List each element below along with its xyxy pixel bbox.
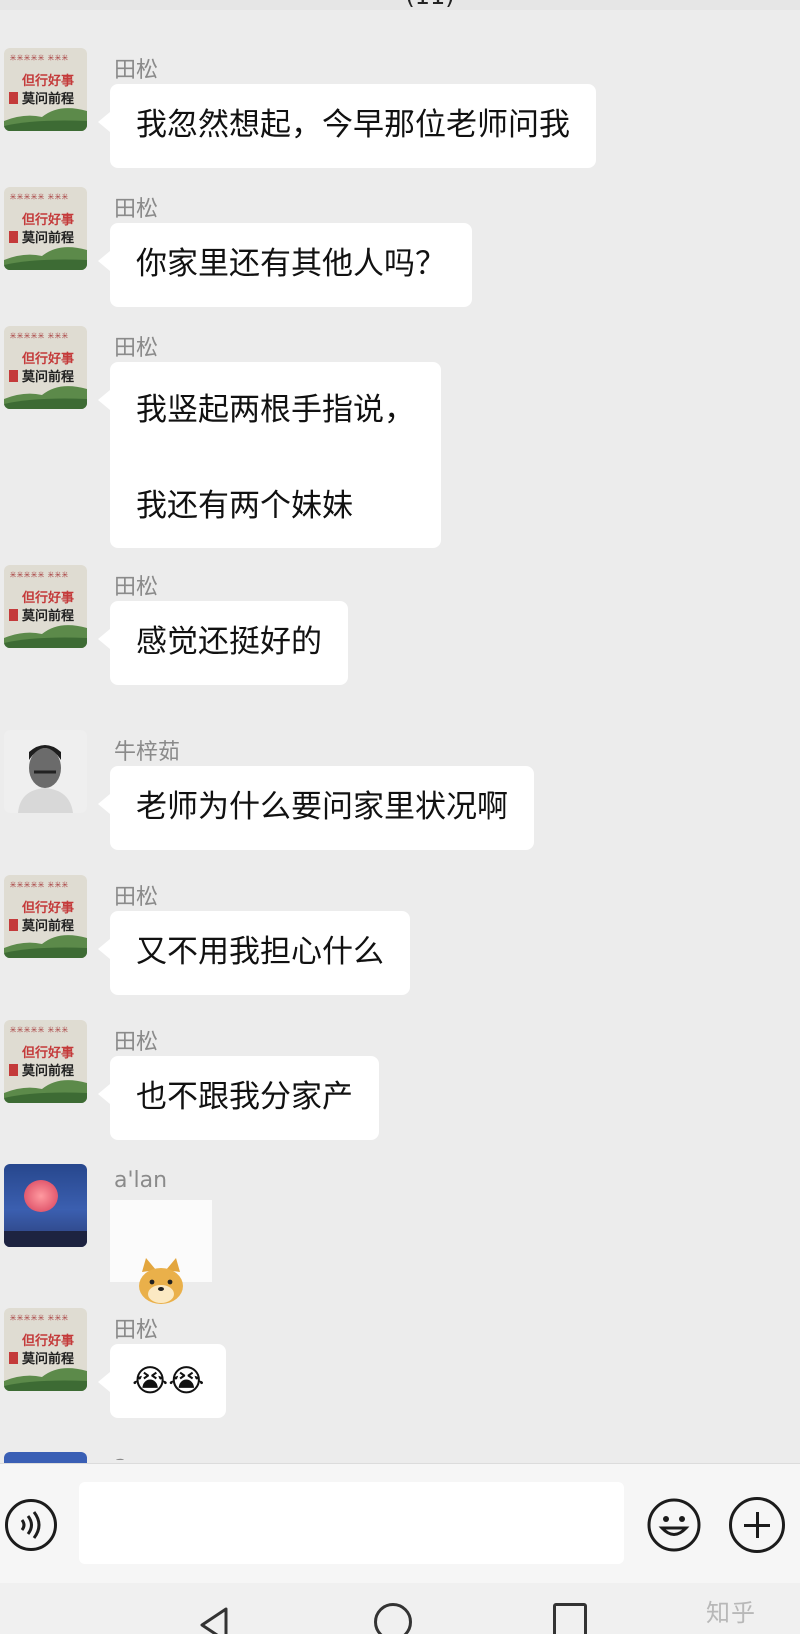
plus-button[interactable] — [729, 1497, 785, 1553]
mountain-icon — [4, 386, 87, 409]
sender-name: 田松 — [114, 1030, 159, 1055]
voice-button[interactable] — [5, 1499, 57, 1551]
message-bubble[interactable]: 我竖起两根手指说， 我还有两个妹妹 — [98, 362, 441, 548]
avatar[interactable]: 米米米米米 米米米 但行好事 莫问前程 — [4, 565, 87, 648]
message-bubble[interactable]: 也不跟我分家产 — [98, 1056, 379, 1140]
chat-screen: (11) 米米米米米 米米米 但行好事 莫问前程 田松 我忽然想起，今早那位老师… — [0, 0, 800, 1634]
avatar-text-line1: 但行好事 — [22, 591, 75, 606]
avatar[interactable]: 米米米米米 米米米 但行好事 莫问前程 — [4, 875, 87, 958]
message-bubble[interactable]: 老师为什么要问家里状况啊 — [98, 766, 534, 850]
header-bar: (11) — [0, 0, 800, 10]
avatar-text-line1: 但行好事 — [22, 901, 75, 916]
sender-name: a'lan — [114, 1168, 168, 1193]
avatar[interactable]: 米米米米米 米米米 但行好事 莫问前程 — [4, 187, 87, 270]
chat-title: (11) — [360, 0, 500, 10]
avatar[interactable]: 米米米米米 米米米 但行好事 莫问前程 — [4, 326, 87, 409]
mountain-icon — [4, 247, 87, 270]
avatar-fine-print: 米米米米米 米米米 — [10, 194, 69, 201]
portrait-icon — [4, 730, 87, 813]
avatar-fine-print: 米米米米米 米米米 — [10, 333, 69, 340]
avatar[interactable]: 米米米米米 米米米 但行好事 莫问前程 — [4, 48, 87, 131]
sender-name: 牛梓茹 — [114, 740, 181, 765]
sender-name: 田松 — [114, 336, 159, 361]
avatar[interactable]: 米米米米米 米米米 但行好事 莫问前程 — [4, 1308, 87, 1391]
message-bubble[interactable]: 你家里还有其他人吗？ — [98, 223, 472, 307]
message-bubble[interactable]: 我忽然想起，今早那位老师问我 — [98, 84, 596, 168]
cloud-icon — [24, 1180, 58, 1212]
mountain-icon — [4, 1368, 87, 1391]
avatar-text-line1: 但行好事 — [22, 213, 75, 228]
avatar[interactable]: 米米米米米 米米米 但行好事 莫问前程 — [4, 1020, 87, 1103]
nav-recent-icon[interactable] — [553, 1603, 587, 1634]
sender-name: 田松 — [114, 885, 159, 910]
avatar-fine-print: 米米米米米 米米米 — [10, 882, 69, 889]
nav-home-icon[interactable] — [374, 1603, 412, 1634]
avatar-text-line1: 但行好事 — [22, 352, 75, 367]
sticker-message[interactable] — [110, 1200, 212, 1304]
message-bubble[interactable]: 感觉还挺好的 — [98, 601, 348, 685]
sender-name: 田松 — [114, 575, 159, 600]
avatar[interactable] — [4, 1164, 87, 1247]
voice-icon — [20, 1511, 41, 1539]
ground-shape — [4, 1231, 87, 1247]
message-bubble[interactable]: 😭😭 — [97, 1344, 227, 1418]
avatar-text-line1: 但行好事 — [22, 1334, 75, 1349]
mountain-icon — [4, 625, 87, 648]
sender-name: 田松 — [114, 58, 159, 83]
sender-name: 田松 — [114, 1318, 159, 1343]
emoji-button[interactable] — [646, 1497, 702, 1553]
avatar-fine-print: 米米米米米 米米米 — [10, 572, 69, 579]
avatar-fine-print: 米米米米米 米米米 — [10, 55, 69, 62]
sender-name: 田松 — [114, 197, 159, 222]
input-bar — [0, 1463, 800, 1583]
avatar-text-line1: 但行好事 — [22, 1046, 75, 1061]
avatar[interactable] — [4, 730, 87, 813]
sender-name-partial: a'lan — [114, 1452, 126, 1460]
message-bubble[interactable]: 又不用我担心什么 — [98, 911, 410, 995]
nav-back-icon[interactable] — [196, 1605, 232, 1634]
mountain-icon — [4, 935, 87, 958]
avatar-text-line1: 但行好事 — [22, 74, 75, 89]
avatar-fine-print: 米米米米米 米米米 — [10, 1315, 69, 1322]
mountain-icon — [4, 1080, 87, 1103]
emoji-icon — [647, 1498, 701, 1552]
navigation-bar: 知乎 — [0, 1583, 800, 1634]
zhihu-watermark: 知乎 — [706, 1599, 756, 1627]
mountain-icon — [4, 108, 87, 131]
avatar-fine-print: 米米米米米 米米米 — [10, 1027, 69, 1034]
message-input[interactable] — [79, 1482, 624, 1564]
